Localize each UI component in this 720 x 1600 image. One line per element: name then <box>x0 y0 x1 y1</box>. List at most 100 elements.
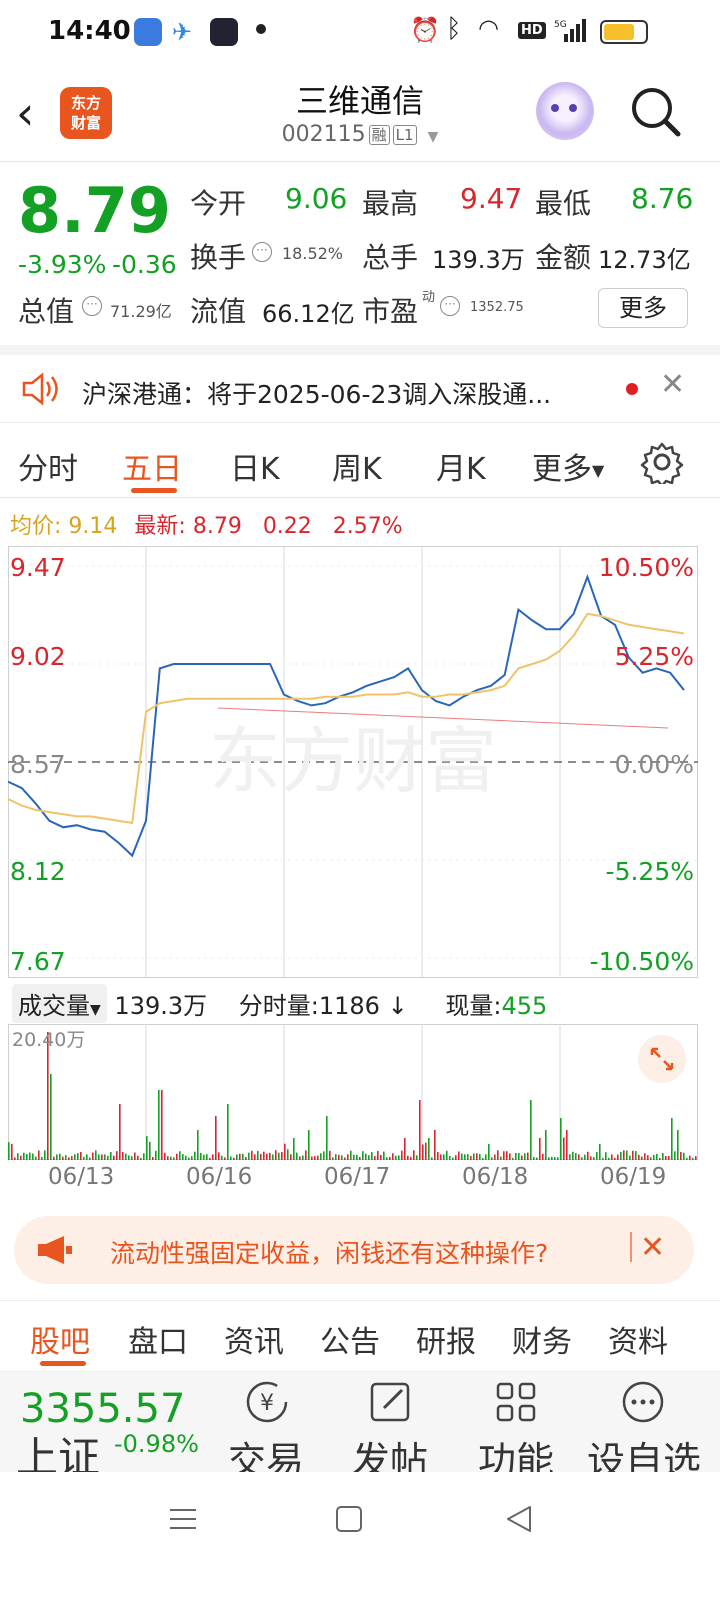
volume-bar <box>293 1138 295 1160</box>
volume-bar <box>119 1104 121 1160</box>
volume-bar <box>236 1154 238 1160</box>
volume-bar <box>152 1156 154 1160</box>
volume-bar <box>341 1155 343 1160</box>
volume-bar <box>455 1155 457 1160</box>
volume-bar <box>371 1152 373 1160</box>
volume-bar <box>563 1137 565 1160</box>
volume-bar <box>431 1157 433 1160</box>
robot-assistant-icon[interactable] <box>536 82 594 140</box>
info-icon[interactable]: ··· <box>82 296 102 316</box>
volume-selector[interactable]: 成交量▼ <box>12 984 107 1023</box>
more-notifications-icon <box>256 24 266 34</box>
volume-bar <box>269 1152 271 1160</box>
add-watchlist-label: 设自选 <box>586 1439 701 1472</box>
volume-bar <box>608 1157 610 1160</box>
more-quote-button[interactable]: 更多 <box>598 288 688 328</box>
volume-chart[interactable]: 20.40万 <box>8 1024 698 1160</box>
volume-bar <box>437 1151 439 1160</box>
tab-monthly-k[interactable]: 月K <box>436 444 486 488</box>
tab-finance[interactable]: 财务 <box>512 1317 572 1361</box>
diff-percent: 2.57% <box>332 514 403 539</box>
home-icon[interactable] <box>336 1506 362 1532</box>
tab-news[interactable]: 资讯 <box>224 1317 284 1361</box>
notice-bar[interactable]: 沪深港通：将于2025-06-23调入深股通... ✕ <box>0 345 720 423</box>
megaphone-icon <box>36 1234 76 1270</box>
speaker-icon <box>20 371 60 411</box>
volume-bar <box>203 1154 205 1160</box>
volume-bar <box>200 1153 202 1160</box>
tab-order-book[interactable]: 盘口 <box>128 1317 188 1361</box>
volume-bar <box>62 1156 64 1160</box>
volume-bar <box>284 1143 286 1160</box>
date-tick-3: 06/17 <box>324 1164 391 1190</box>
tab-intraday[interactable]: 分时 <box>18 444 78 488</box>
volume-bar <box>137 1155 139 1160</box>
status-time: 14:40 <box>48 16 131 46</box>
volume-bar <box>8 1142 10 1160</box>
promo-banner[interactable]: 流动性强固定收益，闲钱还有这种操作? ✕ <box>14 1216 694 1284</box>
margin-tag: 融 <box>368 125 390 145</box>
info-icon[interactable]: ··· <box>440 296 460 316</box>
volume-bar <box>230 1156 232 1160</box>
volume-bar <box>638 1154 640 1160</box>
active-tab-indicator <box>40 1361 86 1366</box>
stock-code-row[interactable]: 002115 融 L1 ▼ <box>0 122 720 147</box>
volume-bar <box>566 1130 568 1160</box>
stock-header: ‹ 东方 财富 三维通信 002115 融 L1 ▼ <box>0 64 720 162</box>
volume-bar <box>500 1156 502 1160</box>
volume-bar <box>11 1143 13 1160</box>
menu-icon[interactable] <box>168 1504 198 1538</box>
clock-app-icon <box>210 18 238 46</box>
volume-bar <box>524 1153 526 1160</box>
volume-bar <box>503 1151 505 1160</box>
volume-bar <box>380 1154 382 1160</box>
functions-button[interactable] <box>462 1378 572 1430</box>
volume-bar <box>368 1155 370 1160</box>
volume-bar <box>521 1155 523 1160</box>
signal-icon: 5G <box>554 18 588 42</box>
trade-icon: ¥ <box>246 1381 288 1423</box>
close-icon[interactable]: ✕ <box>640 1230 665 1265</box>
tab-more[interactable]: 更多▼ <box>532 444 604 488</box>
tab-more-label: 更多 <box>532 452 592 487</box>
info-icon[interactable]: ··· <box>252 242 272 262</box>
back-nav-icon[interactable] <box>504 1504 534 1538</box>
tab-profile[interactable]: 资料 <box>608 1317 668 1361</box>
hd-icon: HD <box>518 22 546 39</box>
volume-bar <box>656 1153 658 1160</box>
volume-bar <box>353 1154 355 1160</box>
volume-bar <box>383 1151 385 1160</box>
volume-bar <box>620 1151 622 1160</box>
post-button[interactable] <box>336 1378 446 1430</box>
add-watchlist-button[interactable] <box>588 1378 698 1430</box>
expand-button[interactable] <box>638 1035 686 1083</box>
divider <box>630 1232 632 1262</box>
close-icon[interactable]: ✕ <box>660 367 685 402</box>
trade-button[interactable]: ¥ <box>212 1378 322 1430</box>
tab-daily-k[interactable]: 日K <box>230 444 280 488</box>
functions-label: 功能 <box>477 1439 554 1472</box>
tab-announcements[interactable]: 公告 <box>320 1317 380 1361</box>
volume-bar <box>374 1156 376 1160</box>
tab-forum[interactable]: 股吧 <box>30 1317 90 1361</box>
tick-volume-value: 1186 <box>318 992 380 1020</box>
volume-bar <box>398 1155 400 1160</box>
edit-icon <box>370 1382 410 1422</box>
tab-research[interactable]: 研报 <box>416 1317 476 1361</box>
five-day-price-chart[interactable]: 东方财富 9.47 9.02 8.57 8.12 7.67 10.50% 5.2… <box>8 546 698 978</box>
volume-bar <box>38 1150 40 1160</box>
volume-bar <box>560 1118 562 1160</box>
index-widget[interactable]: 上证 3355.57 -0.98% <box>0 1372 210 1472</box>
tab-weekly-k[interactable]: 周K <box>332 444 382 488</box>
volume-bar <box>65 1155 67 1160</box>
wifi-icon: ◠ <box>478 14 499 42</box>
tab-five-day[interactable]: 五日 <box>122 444 182 488</box>
active-tab-indicator <box>131 488 177 493</box>
volume-bar <box>302 1155 304 1160</box>
volume-bar <box>248 1152 250 1160</box>
search-icon[interactable] <box>630 86 682 142</box>
settings-gear-icon[interactable] <box>640 440 684 488</box>
volume-bar <box>35 1156 37 1160</box>
turnover-label: 换手 <box>190 241 247 274</box>
volume-bar <box>164 1152 166 1160</box>
